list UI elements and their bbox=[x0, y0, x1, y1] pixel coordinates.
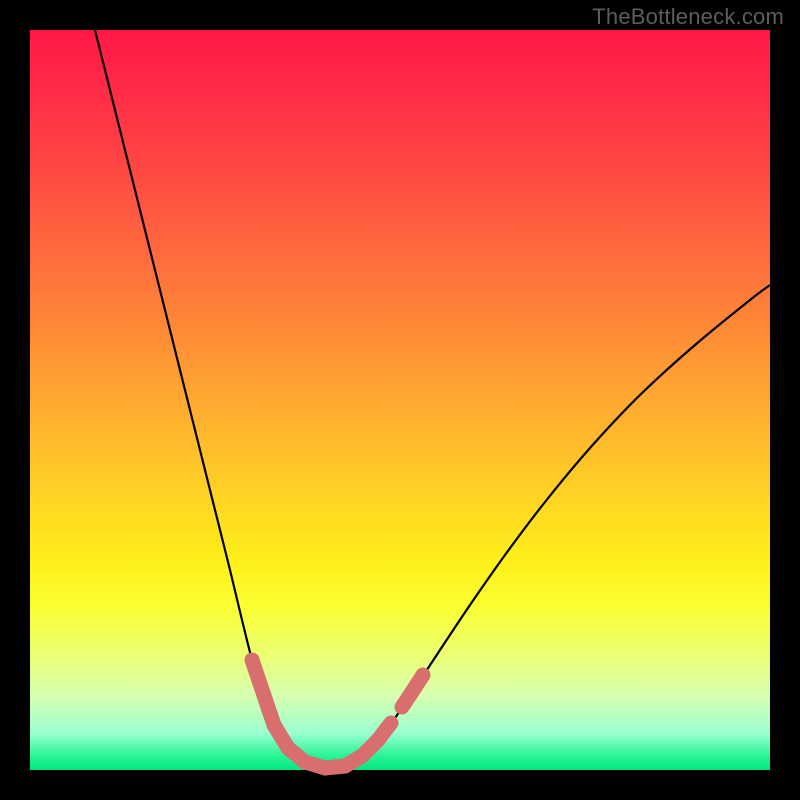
bottleneck-curve bbox=[95, 30, 770, 768]
watermark-text: TheBottleneck.com bbox=[592, 4, 784, 30]
plot-area bbox=[30, 30, 770, 770]
curve-layer bbox=[30, 30, 770, 770]
marker-segment bbox=[252, 660, 274, 725]
marker-segment bbox=[410, 675, 423, 695]
outer-frame: TheBottleneck.com bbox=[0, 0, 800, 800]
marker-segment bbox=[378, 723, 391, 740]
